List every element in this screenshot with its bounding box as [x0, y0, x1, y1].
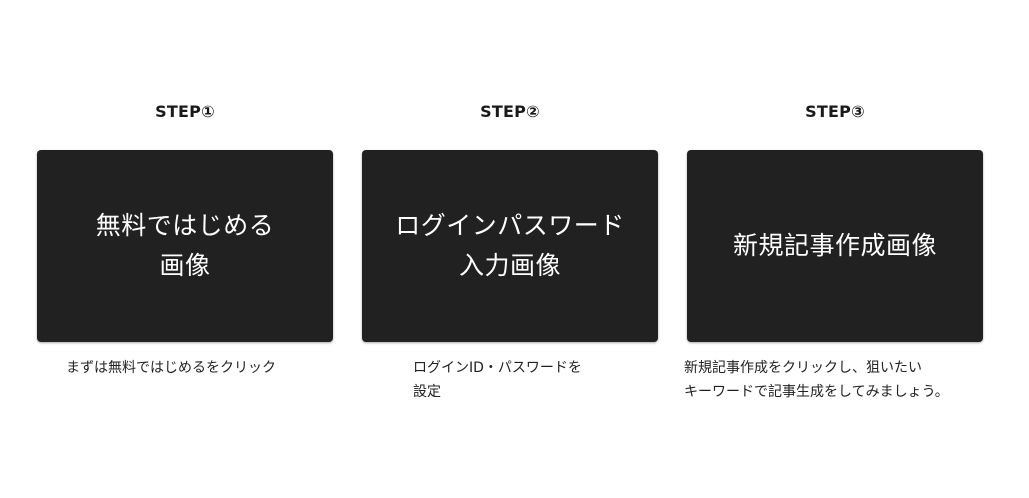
step-2: STEP② ログインパスワード 入力画像 ログインID・パスワードを 設定 [362, 100, 658, 400]
step-3-image-placeholder: 新規記事作成画像 [687, 150, 983, 342]
step-1-description: まずは無料ではじめるをクリック [66, 360, 276, 376]
step-2-image-placeholder: ログインパスワード 入力画像 [362, 150, 658, 342]
step-1-image-label: 無料ではじめる 画像 [95, 211, 275, 280]
step-2-title: STEP② [480, 102, 540, 121]
step-1: STEP① 無料ではじめる 画像 まずは無料ではじめるをクリック [37, 100, 333, 376]
step-3-description: 新規記事作成をクリックし、狙いたい キーワードで記事生成をしてみましょう。 [684, 360, 949, 400]
step-2-image-label: ログインパスワード 入力画像 [395, 211, 625, 280]
step-3: STEP③ 新規記事作成画像 新規記事作成をクリックし、狙いたい キーワードで記… [684, 100, 983, 400]
step-1-title: STEP① [155, 102, 215, 121]
step-3-title: STEP③ [805, 102, 865, 121]
step-2-description: ログインID・パスワードを 設定 [413, 360, 582, 400]
step-3-image-label: 新規記事作成画像 [732, 231, 937, 260]
step-1-image-placeholder: 無料ではじめる 画像 [37, 150, 333, 342]
